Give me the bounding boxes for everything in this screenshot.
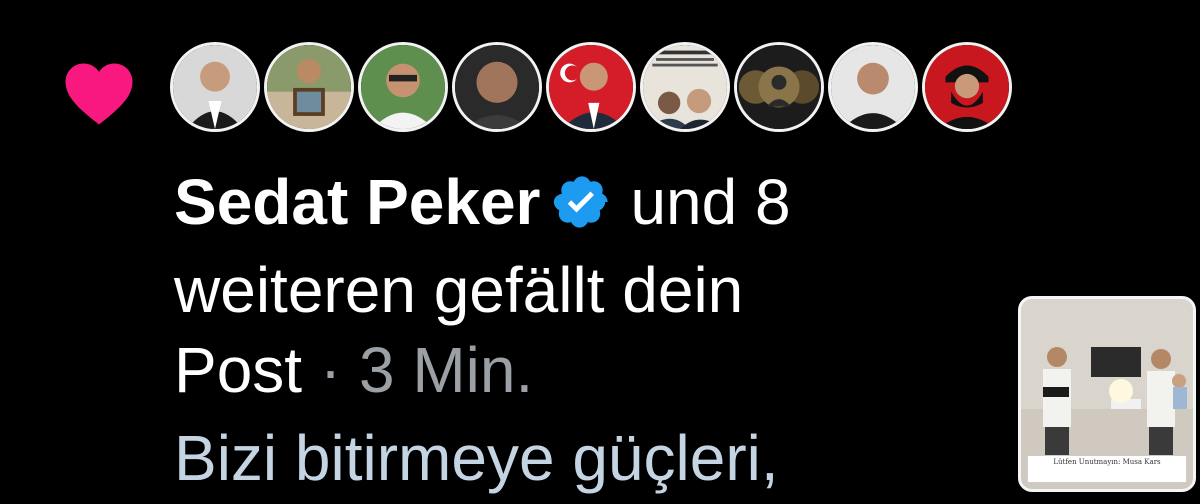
avatar[interactable] bbox=[452, 42, 542, 132]
separator: · bbox=[319, 334, 342, 406]
notification-line-2: weiteren gefällt dein bbox=[174, 254, 744, 326]
avatar[interactable] bbox=[546, 42, 636, 132]
avatar[interactable] bbox=[170, 42, 260, 132]
post-media-thumbnail[interactable]: Lütfen Unutmayın: Musa Kars bbox=[1018, 296, 1196, 492]
post-text[interactable]: Bizi bitirmeye güçleri, bbox=[174, 422, 779, 494]
avatar[interactable] bbox=[828, 42, 918, 132]
likers-suffix: und 8 bbox=[630, 166, 791, 238]
heart-icon bbox=[64, 62, 134, 126]
avatar[interactable] bbox=[922, 42, 1012, 132]
verified-badge-icon bbox=[552, 172, 612, 232]
avatar[interactable] bbox=[358, 42, 448, 132]
avatar[interactable] bbox=[264, 42, 354, 132]
timestamp: 3 Min. bbox=[358, 334, 534, 406]
post-word: Post bbox=[174, 334, 303, 406]
notification-line-3: Post · 3 Min. bbox=[174, 334, 533, 406]
notification-line-1: Sedat Peker und 8 bbox=[174, 166, 791, 238]
avatar[interactable] bbox=[734, 42, 824, 132]
avatar[interactable] bbox=[640, 42, 730, 132]
thumbnail-caption: Lütfen Unutmayın: Musa Kars bbox=[1027, 455, 1187, 483]
liker-name[interactable]: Sedat Peker bbox=[174, 166, 540, 238]
